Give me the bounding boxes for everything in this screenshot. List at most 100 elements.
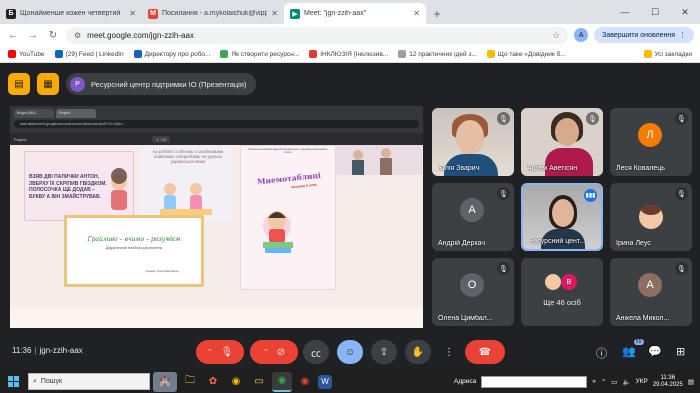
address-bar[interactable]: ⚙ meet.google.com/jgn-zzih-aax ☆ [66, 26, 569, 44]
reading-girl-illustration [263, 211, 293, 253]
back-icon[interactable]: ← [6, 30, 20, 41]
close-tab-icon[interactable]: ✕ [129, 9, 136, 18]
bookmark-favicon [309, 50, 318, 58]
bookmark-ideas[interactable]: 12 практичних ідей з... [398, 50, 477, 58]
file-explorer-icon[interactable]: 🗀 [180, 372, 200, 392]
participant-tile[interactable]: Л 🎙 Леся Ковалець [610, 108, 692, 176]
presenter-avatar: Р [70, 76, 85, 92]
explorer-icon[interactable]: ▭ [249, 372, 269, 392]
bookmark-folder[interactable]: Що таке «Довідник б... [486, 50, 566, 58]
bookmark-linkedin[interactable]: (29) Feed | LinkedIn [54, 50, 124, 58]
bookmark-youtube[interactable]: YouTube [8, 50, 45, 58]
maximize-icon[interactable]: ☐ [640, 0, 670, 24]
folder-icon [486, 50, 495, 58]
close-tab-icon[interactable]: ✕ [413, 9, 420, 18]
update-button[interactable]: Завершити оновлення ⋮ [594, 27, 694, 43]
participant-tile-speaking[interactable]: ▮▮▮ Ресурсний цент... [521, 183, 603, 251]
browser-tab-2[interactable]: M Посилання - a.mykolaichuk@vipp ✕ [142, 3, 284, 24]
document-icon[interactable]: ▦ [37, 73, 59, 95]
inner-tab: Вхідні (664) - ... [14, 109, 54, 118]
chrome-icon[interactable]: ◉ [226, 372, 246, 392]
close-tab-icon[interactable]: ✕ [271, 9, 278, 18]
mic-off-icon: 🎙 [497, 112, 510, 125]
presentation-layout-icon[interactable]: ▤ [8, 73, 30, 95]
participant-name: Анжела Микол... [616, 315, 670, 322]
hand-icon: ✋ [411, 346, 425, 358]
participant-tile[interactable]: 🎙 Юлія Зварич [432, 108, 514, 176]
mic-off-icon: 🎙 [675, 112, 688, 125]
participant-tile[interactable]: О 🎙 Олена Цимбал... [432, 258, 514, 326]
close-window-icon[interactable]: ✕ [670, 0, 700, 24]
mic-off-icon: 🎙 [497, 262, 510, 275]
people-icon[interactable]: 👥 55 [622, 339, 644, 358]
folder-icon [643, 50, 652, 58]
browser-tab-1[interactable]: Б Щонайменше кожен четвертий ✕ [0, 3, 142, 24]
profile-avatar[interactable]: A [574, 28, 589, 42]
chevron-up-icon[interactable]: ⌃ [207, 348, 213, 356]
chat-icon[interactable]: 💬 [648, 345, 662, 358]
castle-widget-icon[interactable]: 🏰 [153, 371, 177, 392]
browser-tab-meet[interactable]: ▶ Meet: "jgn-zzih-aax" ✕ [284, 3, 426, 24]
language-indicator[interactable]: УКР [636, 378, 648, 385]
browser-tab-strip: Б Щонайменше кожен четвертий ✕ M Посилан… [0, 0, 700, 24]
minimize-icon[interactable]: — [610, 0, 640, 24]
participant-tile[interactable]: 🎙 Артем Аветісян [521, 108, 603, 176]
bookmark-inclusion[interactable]: ІНКЛЮЗІЯ (Інклюзив... [309, 50, 388, 58]
windows-start-icon[interactable] [4, 373, 22, 391]
captions-button[interactable]: ㏄ [303, 340, 329, 364]
info-icon[interactable]: ⓘ [596, 345, 607, 361]
photos-icon[interactable]: ✿ [203, 372, 223, 392]
activities-icon[interactable]: ⊞ [676, 345, 685, 358]
present-button[interactable]: ⇪ [371, 340, 397, 364]
bookmark-favicon [398, 50, 407, 58]
participant-tile[interactable]: 🎙 Ірина Леус [610, 183, 692, 251]
meet-control-bar: 11:36 | jgn-zzih-aax ⌃ 🎙 ⌃ ⊘ ㏄ ☺ ⇪ ✋ ⋮ ☎ ⓘ… [0, 335, 700, 369]
youtube-icon [8, 50, 16, 58]
chevron-up-icon[interactable]: ⌃ [601, 378, 606, 386]
reload-icon[interactable]: ↻ [46, 30, 60, 41]
all-bookmarks[interactable]: Усі закладки [643, 50, 692, 58]
tray-clock[interactable]: 11:36 29.04.2025 [653, 375, 683, 389]
bookmark-label: Що таке «Довідник б... [497, 50, 566, 58]
chrome-active-icon[interactable]: ◉ [272, 371, 292, 392]
new-tab-button[interactable]: + [426, 3, 448, 24]
participant-avatar: В [561, 274, 577, 290]
participant-avatar: А [460, 198, 484, 222]
microphone-button[interactable]: ⌃ 🎙 [196, 340, 244, 364]
more-icon: ⋮ [679, 32, 686, 39]
participant-tile[interactable]: А 🎙 Анжела Микол... [610, 258, 692, 326]
bookmark-label: Усі закладки [654, 50, 692, 58]
windows-taskbar: ⌕ Пошук 🏰 🗀 ✿ ◉ ▭ ◉ ◉ W Адреса » ⌃ ▭ 🔈 У… [0, 370, 700, 393]
participant-name: Олена Цимбал... [438, 315, 493, 322]
address-input[interactable] [481, 375, 588, 388]
chevron-up-icon[interactable]: ⌃ [263, 348, 269, 356]
presentation-indicator[interactable]: Р Ресурсний центр підтримки ІО (Презента… [66, 73, 257, 95]
manual-subtitle: Дидактичний посібник для вчителя [105, 246, 163, 250]
slide-card-cover: Волинська обласна рада Ресурсний центр п… [240, 145, 336, 290]
bookmark-star-icon[interactable]: ☆ [552, 30, 560, 41]
more-options-button[interactable]: ⋮ [439, 340, 459, 364]
word-icon[interactable]: W [318, 374, 332, 389]
chrome-profile-icon[interactable]: ◉ [295, 372, 315, 392]
site-info-icon[interactable]: ⚙ [74, 31, 81, 40]
participant-tile[interactable]: А 🎙 Андрій Деркач [432, 183, 514, 251]
more-participants-tile[interactable]: В Ще 46 осіб [521, 258, 603, 326]
bookmark-director[interactable]: Директору про робо... [133, 50, 210, 58]
participant-name: Артем Аветісян [527, 165, 578, 172]
tab-title: Meet: "jgn-zzih-aax" [304, 10, 367, 17]
network-icon[interactable]: ▭ [611, 378, 617, 386]
participant-name: Леся Ковалець [616, 165, 665, 172]
volume-icon[interactable]: 🔈 [622, 378, 630, 386]
participant-name: Ірина Леус [616, 240, 651, 247]
raise-hand-button[interactable]: ✋ [405, 340, 431, 364]
slide-card-title: на роботі з дітьми з особливими освітнім… [140, 147, 232, 221]
taskbar-search[interactable]: ⌕ Пошук [28, 373, 150, 390]
forward-icon[interactable]: → [26, 30, 40, 41]
chevron-right-icon[interactable]: » [592, 378, 596, 385]
leave-call-button[interactable]: ☎ [465, 340, 505, 364]
notifications-icon[interactable]: ▤ [688, 378, 694, 386]
camera-button[interactable]: ⌃ ⊘ [250, 340, 298, 364]
bookmark-resource[interactable]: Як створити ресурсн... [220, 50, 299, 58]
emoji-button[interactable]: ☺ [337, 340, 363, 364]
project-label: Project [14, 136, 27, 142]
